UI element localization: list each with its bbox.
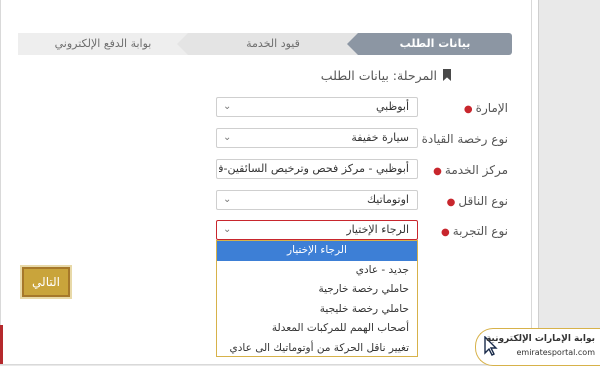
experience-type-value: الرجاء الإختيار: [346, 223, 409, 236]
step-arrow: [347, 33, 358, 55]
chevron-down-icon: ⌄: [223, 224, 232, 235]
service-center-value: أبوظبي - مركز فحص وترخيص السائقين-فحص: [219, 162, 409, 175]
service-center-select[interactable]: أبوظبي - مركز فحص وترخيص السائقين-فحص: [216, 159, 418, 179]
dropdown-option-foreign-license[interactable]: حاملي رخصة خارجية: [217, 280, 417, 300]
chevron-down-icon: ⌄: [223, 101, 232, 112]
chevron-down-icon: ⌄: [223, 132, 232, 143]
step-request-data: بيانات الطلب: [358, 33, 512, 55]
stage-heading: المرحلة: بيانات الطلب: [321, 66, 451, 84]
step-payment-gateway: بوابة الدفع الإلكتروني: [18, 33, 188, 55]
bookmark-icon: [443, 69, 451, 81]
experience-type-select[interactable]: الرجاء الإختيار ⌄: [216, 220, 418, 240]
dropdown-option-gulf-license[interactable]: حاملي رخصة خليجية: [217, 300, 417, 320]
license-type-select[interactable]: سيارة خفيفة ⌄: [216, 128, 418, 148]
service-center-label: مركز الخدمة●: [433, 163, 508, 177]
left-accent-strip: [0, 325, 3, 364]
emirate-value: أبوظبي: [375, 100, 409, 113]
emirate-label: الإمارة●: [463, 101, 508, 115]
step-arrow: [177, 33, 188, 55]
logo-arabic-text: بوابة الإمارات الإلكترونية: [485, 334, 595, 344]
transmission-value: اوتوماتيك: [366, 193, 409, 206]
stage-title: المرحلة: بيانات الطلب: [320, 67, 437, 83]
emirate-select[interactable]: أبوظبي ⌄: [216, 97, 418, 117]
experience-type-label: نوع التجربة●: [441, 224, 508, 238]
form-panel: بوابة الدفع الإلكتروني قيود الخدمة بيانا…: [0, 0, 539, 365]
license-type-value: سيارة خفيفة: [351, 131, 409, 144]
transmission-row: نوع الناقل● اوتوماتيك ⌄: [0, 190, 538, 212]
dropdown-option-change-transmission[interactable]: تغيير ناقل الحركة من أوتوماتيك الى عادي: [217, 339, 417, 359]
step-service-restrictions: قيود الخدمة: [188, 33, 358, 55]
logo-english-text: emiratesportal.com: [516, 348, 595, 357]
chevron-down-icon: ⌄: [223, 194, 232, 205]
progress-steps: بوابة الدفع الإلكتروني قيود الخدمة بيانا…: [18, 33, 512, 55]
experience-type-row: نوع التجربة● الرجاء الإختيار ⌄: [0, 220, 538, 242]
next-button[interactable]: التالي: [22, 267, 70, 297]
transmission-select[interactable]: اوتوماتيك ⌄: [216, 190, 418, 210]
license-type-row: نوع رخصة القيادة● سيارة خفيفة ⌄: [0, 128, 538, 150]
service-center-row: مركز الخدمة● أبوظبي - مركز فحص وترخيص ال…: [0, 159, 538, 181]
experience-type-dropdown: الرجاء الإختيار جديد - عادي حاملي رخصة خ…: [216, 240, 418, 357]
dropdown-option-people-of-determination[interactable]: أصحاب الهمم للمركبات المعدلة: [217, 319, 417, 339]
license-type-label: نوع رخصة القيادة●: [410, 132, 508, 146]
dropdown-option-new-normal[interactable]: جديد - عادي: [217, 261, 417, 281]
dropdown-option-placeholder[interactable]: الرجاء الإختيار: [217, 241, 417, 261]
emirate-row: الإمارة● أبوظبي ⌄: [0, 97, 538, 119]
transmission-label: نوع الناقل●: [446, 194, 508, 208]
emirates-portal-logo: بوابة الإمارات الإلكترونية emiratesporta…: [475, 328, 600, 366]
